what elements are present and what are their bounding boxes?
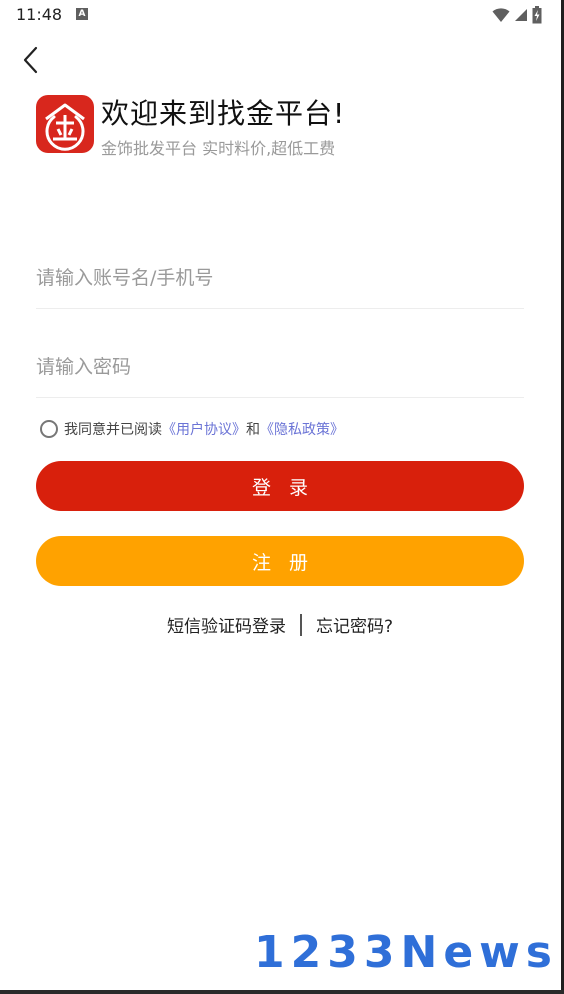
wifi-icon bbox=[492, 8, 510, 22]
agreement-radio[interactable] bbox=[40, 420, 58, 438]
username-field-container bbox=[36, 258, 524, 309]
chevron-left-icon bbox=[23, 46, 38, 74]
battery-icon bbox=[532, 6, 542, 24]
agreement-row: 我同意并已阅读 《用户协议》 和 《隐私政策》 bbox=[40, 419, 344, 439]
bottom-links: 短信验证码登录 忘记密码? bbox=[0, 612, 560, 637]
sms-login-link[interactable]: 短信验证码登录 bbox=[167, 612, 286, 637]
a-icon: A bbox=[76, 8, 88, 20]
status-bar: 11:48 A bbox=[0, 0, 560, 30]
password-field-container bbox=[36, 347, 524, 398]
screen-bottom-edge bbox=[0, 990, 564, 994]
watermark: 1233News bbox=[254, 927, 558, 978]
welcome-subtitle: 金饰批发平台 实时料价,超低工费 bbox=[101, 139, 336, 158]
welcome-title: 欢迎来到找金平台! bbox=[101, 97, 346, 130]
divider bbox=[299, 613, 302, 636]
login-screen: 11:48 A 欢迎来到找金平台! 金饰批发平台 实时料价,超低工费 请输入账号… bbox=[0, 0, 564, 994]
username-input[interactable] bbox=[36, 258, 524, 298]
agreement-prefix: 我同意并已阅读 bbox=[64, 422, 162, 438]
forgot-password-link[interactable]: 忘记密码? bbox=[316, 612, 393, 637]
back-button[interactable] bbox=[14, 42, 46, 78]
register-button[interactable]: 注册 bbox=[36, 536, 524, 586]
agreement-and: 和 bbox=[246, 422, 260, 438]
login-button[interactable]: 登录 bbox=[36, 461, 524, 511]
user-agreement-link[interactable]: 《用户协议》 bbox=[162, 419, 246, 439]
password-input[interactable] bbox=[36, 347, 524, 387]
status-icons bbox=[492, 6, 542, 24]
signal-icon bbox=[515, 9, 527, 21]
logo-icon bbox=[45, 103, 85, 151]
status-time: 11:48 bbox=[16, 5, 63, 24]
privacy-policy-link[interactable]: 《隐私政策》 bbox=[260, 419, 344, 439]
app-logo bbox=[36, 95, 94, 153]
